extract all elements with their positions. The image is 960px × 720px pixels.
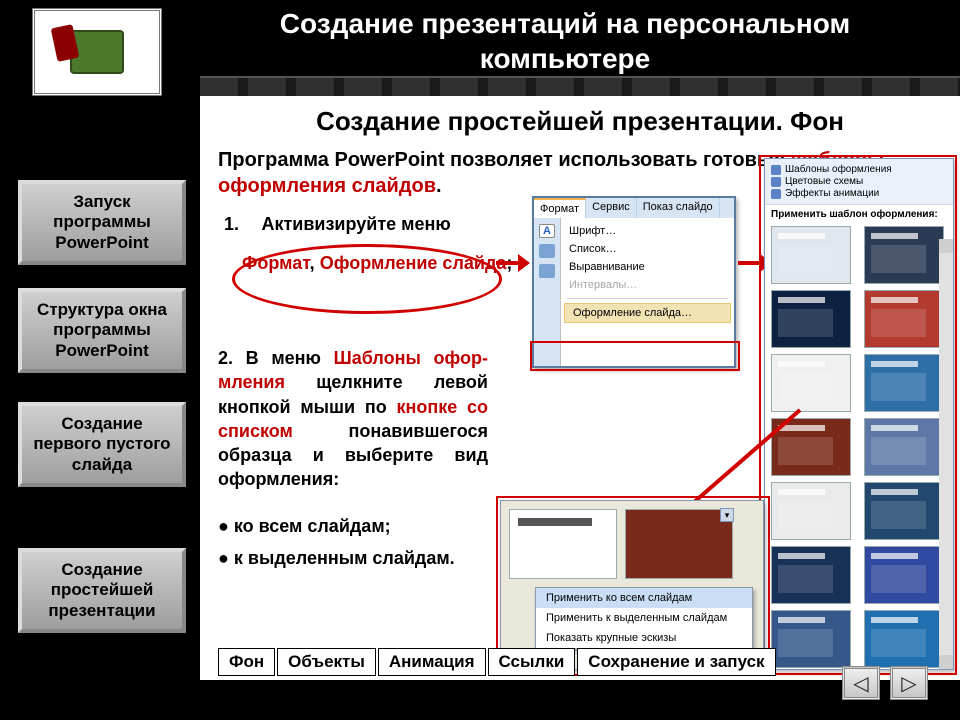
arrow-right-icon (496, 254, 530, 272)
page-title: Создание презентаций на персональном ком… (200, 6, 930, 76)
logo-frame (32, 8, 162, 96)
bottom-tab-2[interactable]: Анимация (378, 648, 486, 676)
step1: 1. Активизируйте меню Формат, Оформление… (224, 214, 514, 274)
intro-plain: Программа PowerPoint позволяет использов… (218, 149, 791, 171)
next-slide-button[interactable]: ▷ (890, 666, 928, 700)
bottom-tab-0[interactable]: Фон (218, 648, 275, 676)
step1-circled-text: Формат, Оформление слайда; (242, 253, 514, 274)
fmt-tab-service: Сервис (586, 198, 637, 218)
step2: 2. В меню Шаблоны офор­мления щелкните л… (218, 346, 488, 575)
intro-tail: . (436, 175, 442, 197)
popup-menu-item: Показать крупные эскизы (536, 628, 752, 648)
logo-illustration (47, 19, 147, 85)
fmt-menu-item: Выравнивание (561, 258, 734, 276)
step2-bullet1: ● ко всем слайдам; (218, 510, 488, 542)
template-thumb (864, 354, 944, 412)
bottom-tabs: ФонОбъектыАнимацияСсылкиСохранение и зап… (218, 648, 778, 676)
font-a-icon: A (539, 224, 555, 238)
popup-menu-item: Применить ко всем слайдам (536, 588, 752, 608)
template-thumb (771, 290, 851, 348)
step1-format: Формат (242, 253, 310, 273)
bullet-icon (771, 165, 781, 175)
fmt-tab-format: Формат (534, 198, 586, 218)
template-thumb (771, 482, 851, 540)
tpl-header-2: Цветовые схемы (785, 176, 863, 187)
step2-pre: 2. В меню (218, 348, 334, 368)
popup-thumb-2: ▾ (625, 509, 733, 579)
format-menu-screenshot: Формат Сервис Показ слайдо A Шрифт…Списо… (532, 196, 736, 368)
fmt-menu-item: Интервалы… (561, 276, 734, 294)
step1-number: 1. (224, 214, 239, 234)
tpl-caption: Применить шаблон оформления: (765, 205, 953, 224)
fmt-toolbar: A (534, 218, 560, 366)
template-thumb (771, 418, 851, 476)
tpl-header: Шаблоны оформления Цветовые схемы Эффект… (765, 159, 953, 205)
tpl-grid (765, 224, 953, 669)
sidebar-button-3[interactable]: Создание простейшей презентации (18, 548, 186, 633)
fmt-menu-item: Список… (561, 240, 734, 258)
step1-sep: , (310, 253, 320, 273)
design-templates-pane: Шаблоны оформления Цветовые схемы Эффект… (764, 158, 954, 670)
bullet-icon (771, 189, 781, 199)
template-thumb (771, 546, 851, 604)
template-thumb (864, 290, 944, 348)
step1-text: Активизируйте меню (261, 214, 450, 234)
bottom-tab-1[interactable]: Объекты (277, 648, 376, 676)
popup-menu-item: Применить к выделенным слайдам (536, 608, 752, 628)
template-thumb (771, 226, 851, 284)
list-icon (539, 244, 555, 258)
template-thumb (864, 482, 944, 540)
template-thumb (864, 226, 944, 284)
step2-bullet2: ● к выделенным слайдам. (218, 542, 488, 574)
bullet-icon (771, 177, 781, 187)
fmt-tab-show: Показ слайдо (637, 198, 720, 218)
tpl-header-1: Шаблоны оформления (785, 164, 892, 175)
template-thumb (864, 546, 944, 604)
template-thumb (864, 418, 944, 476)
context-popup-screenshot: ▾ Применить ко всем слайдам Применить к … (500, 500, 764, 670)
decorative-band (200, 76, 960, 96)
book-icon (70, 30, 124, 74)
content-panel: Создание простейшей презентации. Фон Про… (200, 96, 960, 680)
align-icon (539, 264, 555, 278)
fmt-menu-item: Шрифт… (561, 222, 734, 240)
prev-slide-button[interactable]: ◁ (842, 666, 880, 700)
template-thumb (771, 610, 851, 668)
tpl-header-3: Эффекты анимации (785, 188, 879, 199)
sidebar-button-0[interactable]: Запуск программы PowerPoint (18, 180, 186, 265)
template-thumb (771, 354, 851, 412)
scrollbar[interactable] (939, 239, 953, 669)
fmt-tabs: Формат Сервис Показ слайдо (534, 198, 734, 218)
nav-arrows: ◁ ▷ (842, 666, 928, 700)
popup-thumb-1 (509, 509, 617, 579)
panel-title: Создание простейшей презентации. Фон (200, 96, 960, 141)
separator (567, 298, 728, 299)
popup-context-menu: Применить ко всем слайдам Применить к вы… (535, 587, 753, 649)
fmt-menu: Шрифт…Список…ВыравниваниеИнтервалы… Оформ… (560, 218, 734, 366)
dropdown-arrow-icon: ▾ (720, 508, 734, 522)
sidebar-button-1[interactable]: Структура окна программы PowerPoint (18, 288, 186, 373)
sidebar-button-2[interactable]: Создание первого пустого слайда (18, 402, 186, 487)
fmt-menu-item-selected: Оформление слайда… (564, 303, 731, 323)
template-thumb (864, 610, 944, 668)
bottom-tab-3[interactable]: Ссылки (488, 648, 576, 676)
bottom-tab-4[interactable]: Сохранение и запуск (577, 648, 775, 676)
step1-design: Оформление слайда (320, 253, 507, 273)
